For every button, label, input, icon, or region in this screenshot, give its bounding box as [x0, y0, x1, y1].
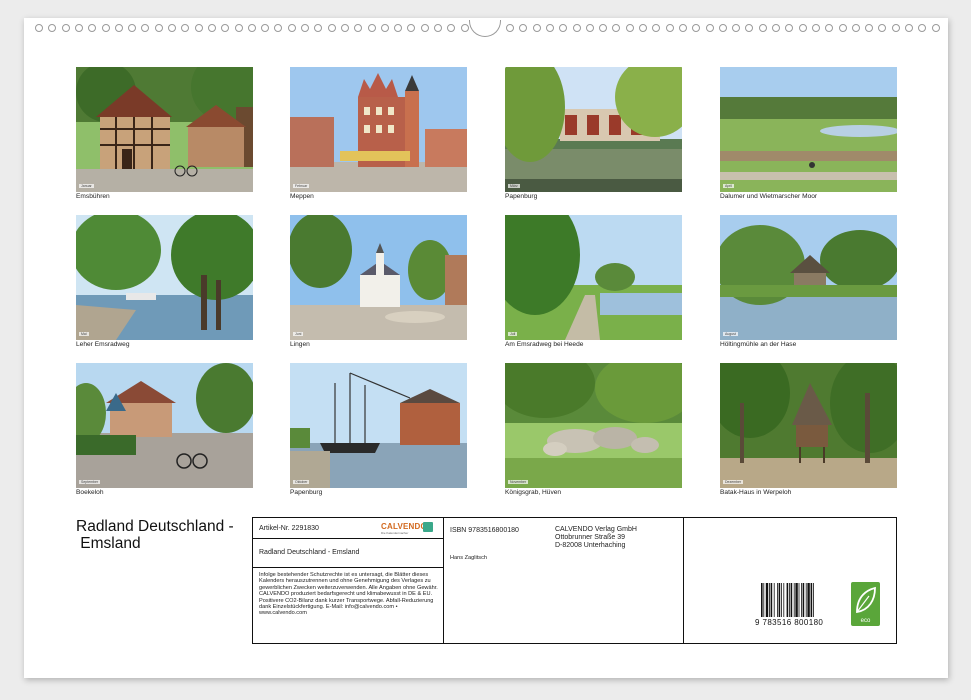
photo-batak-haus: Dezember	[720, 363, 897, 488]
binding-ring	[678, 24, 687, 32]
month-label: März	[508, 184, 520, 188]
photo-caption: Emsbühren	[76, 193, 110, 200]
binding-ring	[506, 24, 514, 32]
binding-ring	[327, 24, 336, 32]
product-title: Radland Deutschland - Emsland	[259, 549, 360, 556]
calendar-title: Radland Deutschland - Emsland	[76, 518, 234, 552]
isbn: ISBN 9783516800180	[450, 527, 519, 534]
binding-ring	[460, 24, 469, 32]
photo-meppen: Februar	[290, 67, 467, 192]
binding-ring	[811, 24, 820, 32]
photo-caption: Königsgrab, Hüven	[505, 489, 562, 496]
binding-ring	[891, 24, 900, 32]
photo-dalumer-moor: April	[720, 67, 897, 192]
binding-ring	[207, 24, 216, 32]
binding-ring	[718, 24, 727, 32]
month-label: August	[723, 332, 738, 336]
month-label: Januar	[79, 184, 94, 188]
publisher-name: CALVENDO Verlag GmbH	[555, 526, 637, 533]
binding-ring	[838, 24, 847, 32]
photo-lingen: Juni	[290, 215, 467, 340]
calvendo-logo-text: CALVENDO	[381, 522, 427, 531]
calvendo-logo: CALVENDO Die Kalendermacher	[381, 522, 433, 535]
photo-emsradweg-heede: Juli	[505, 215, 682, 340]
binding-ring	[665, 24, 674, 32]
publisher-street: Ottobrunner Straße 39	[555, 534, 626, 541]
binding-ring	[851, 24, 860, 32]
binding-ring	[35, 24, 43, 32]
photo-caption: Dalumer und Wietmarscher Moor	[720, 193, 818, 200]
photo-emsbuehren: Januar	[76, 67, 253, 192]
binding-ring	[532, 24, 541, 32]
photo-hoeltingmuehle: August	[720, 215, 897, 340]
month-label: Juni	[293, 332, 304, 336]
binding-ring	[101, 24, 110, 32]
binding-ring	[340, 24, 349, 32]
info-box: Artikel-Nr. 2291830 CALVENDO Die Kalende…	[252, 517, 897, 644]
binding-ring	[168, 24, 176, 32]
calvendo-logo-icon	[423, 522, 433, 532]
binding-ring	[154, 24, 163, 32]
binding-ring	[758, 24, 767, 32]
photo-papenburg-ship: Oktober	[290, 363, 467, 488]
photo-boekeloh: September	[76, 363, 253, 488]
binding-ring	[434, 24, 442, 32]
binding-ring	[772, 24, 780, 32]
photo-caption: Boekeloh	[76, 489, 104, 496]
photo-caption: Am Emsradweg bei Heede	[505, 341, 584, 348]
binding-ring	[420, 24, 429, 32]
binding-ring	[380, 24, 389, 32]
binding-ring	[247, 24, 256, 32]
binding-ring	[585, 24, 594, 32]
month-label: Juli	[508, 332, 518, 336]
photo-koenigsgrab: November	[505, 363, 682, 488]
binding-ring	[572, 24, 581, 32]
binding-ring	[74, 24, 83, 32]
photo-caption: Papenburg	[290, 489, 323, 496]
month-label: Mai	[79, 332, 89, 336]
photo-caption: Papenburg	[505, 193, 538, 200]
month-label: Februar	[293, 184, 310, 188]
photo-caption: Meppen	[290, 193, 314, 200]
photo-caption: Batak-Haus in Werpeloh	[720, 489, 792, 496]
month-label: September	[79, 480, 101, 484]
month-label: Dezember	[723, 480, 744, 484]
photo-leher-emsradweg: Mai	[76, 215, 253, 340]
article-number: Artikel-Nr. 2291830	[259, 525, 319, 532]
binding-ring	[798, 24, 807, 32]
barcode	[761, 583, 814, 617]
photo-caption: Höltingmühle an der Hase	[720, 341, 797, 348]
month-label: November	[508, 480, 529, 484]
publisher-city: D-82008 Unterhaching	[555, 542, 626, 549]
barcode-number: 9 783516 800180	[755, 618, 824, 627]
photo-caption: Lingen	[290, 341, 310, 348]
eco-badge: eco	[851, 582, 880, 626]
binding-ring	[287, 24, 296, 32]
binding-ring	[705, 24, 714, 32]
photo-papenburg: März	[505, 67, 682, 192]
binding-ring	[301, 24, 309, 32]
binding-ring	[234, 24, 243, 32]
binding-ring	[194, 24, 203, 32]
binding-ring	[625, 24, 634, 32]
binding-ring	[931, 24, 940, 32]
month-label: Oktober	[293, 480, 310, 484]
binding-ring	[639, 24, 647, 32]
binding-ring	[114, 24, 123, 32]
binding-ring	[545, 24, 554, 32]
photo-caption: Leher Emsradweg	[76, 341, 130, 348]
eco-label: eco	[860, 618, 871, 624]
binding-ring	[61, 24, 70, 32]
month-label: April	[723, 184, 735, 188]
calvendo-logo-subtitle: Die Kalendermacher	[381, 531, 409, 535]
legal-notice: Infolge bestehender Schutzrechte ist es …	[259, 572, 438, 617]
author: Hans Zaglitsch	[450, 555, 487, 561]
binding-ring	[905, 24, 913, 32]
binding-ring	[367, 24, 376, 32]
